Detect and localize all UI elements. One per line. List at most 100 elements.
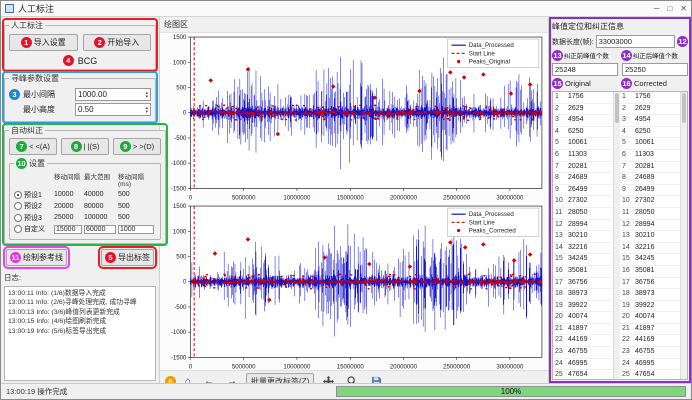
back-button[interactable]: ← — [200, 374, 218, 383]
original-peak-row[interactable]: 16 35081 — [553, 266, 613, 278]
row-index: 17 — [553, 278, 568, 289]
original-peak-row[interactable]: 22 44169 — [553, 335, 613, 347]
original-peak-row[interactable]: 14 32216 — [553, 243, 613, 255]
spinner-arrows-icon[interactable]: ▴▾ — [145, 91, 148, 99]
original-peak-row[interactable]: 3 4954 — [553, 115, 613, 127]
svg-text:0: 0 — [189, 195, 193, 202]
original-peak-row[interactable]: 25 47654 — [553, 370, 613, 379]
original-peak-row[interactable]: 11 28050 — [553, 208, 613, 220]
original-peak-row[interactable]: 18 38973 — [553, 289, 613, 301]
corrected-peak-row[interactable]: 3 4954 — [620, 115, 680, 127]
move-right-button[interactable]: 9 > >(D) — [113, 138, 161, 155]
pan-button[interactable] — [319, 374, 338, 383]
maximize-button[interactable]: □ — [667, 4, 672, 13]
export-labels-button[interactable]: 5 导出标签 — [101, 249, 154, 266]
window-title: 人工标注 — [18, 2, 54, 15]
minimize-button[interactable]: ─ — [654, 4, 660, 13]
svg-text:Peaks_Original: Peaks_Original — [469, 58, 510, 65]
preset-row[interactable]: 预设1 10000 40000 500 — [14, 190, 156, 200]
original-peak-row[interactable]: 7 20281 — [553, 162, 613, 174]
corrected-peak-row[interactable]: 7 20281 — [620, 162, 680, 174]
corrected-peak-row[interactable]: 10 27302 — [620, 196, 680, 208]
corrected-peak-value: 30210 — [635, 231, 680, 242]
log-line: 13:00:11 Info: (2/6)寻峰处理完成, 成功寻峰 — [8, 298, 152, 308]
corrected-peak-row[interactable]: 1 1756 — [620, 92, 680, 104]
original-peak-row[interactable]: 6 11303 — [553, 150, 613, 162]
corrected-peak-row[interactable]: 8 24689 — [620, 173, 680, 185]
zoom-button[interactable] — [343, 374, 362, 383]
preset-radio[interactable] — [14, 191, 22, 199]
close-button[interactable]: ✕ — [680, 4, 687, 13]
original-peak-row[interactable]: 21 41897 — [553, 324, 613, 336]
import-settings-button[interactable]: 1 导入设置 — [9, 34, 78, 51]
original-list-scrollbar[interactable] — [613, 92, 620, 379]
corrected-peak-row[interactable]: 5 10061 — [620, 138, 680, 150]
original-peak-value: 27302 — [568, 196, 613, 207]
svg-text:20000000: 20000000 — [390, 195, 418, 202]
original-peak-row[interactable]: 20 40074 — [553, 312, 613, 324]
original-peak-row[interactable]: 2 2629 — [553, 104, 613, 116]
corrected-peak-row[interactable]: 17 36756 — [620, 278, 680, 290]
original-peak-value: 20281 — [568, 162, 613, 173]
stop-button[interactable]: 8 | |(S) — [61, 138, 109, 155]
original-peak-row[interactable]: 10 27302 — [553, 196, 613, 208]
original-peak-row[interactable]: 13 30210 — [553, 231, 613, 243]
corrected-peak-row[interactable]: 23 46755 — [620, 347, 680, 359]
corrected-peak-row[interactable]: 21 41897 — [620, 324, 680, 336]
spinner-arrows-icon[interactable]: ▴▾ — [145, 106, 148, 114]
corrected-peak-row[interactable]: 22 44169 — [620, 335, 680, 347]
preset-row[interactable]: 预设2 20000 80000 500 — [14, 201, 156, 211]
preset-radio[interactable] — [14, 202, 22, 210]
min-height-label: 最小高度 — [23, 104, 55, 115]
corrected-peak-row[interactable]: 19 39922 — [620, 301, 680, 313]
original-peak-row[interactable]: 8 24689 — [553, 173, 613, 185]
signal-plot-corrected[interactable]: -1500-1000-50005001000150005000000100000… — [160, 202, 548, 371]
original-peak-row[interactable]: 17 36756 — [553, 278, 613, 290]
corrected-peak-row[interactable]: 24 46995 — [620, 359, 680, 371]
batch-change-labels-button[interactable]: 批量更改标签(Z) — [246, 373, 314, 383]
corrected-peak-row[interactable]: 25 47654 — [620, 370, 680, 379]
preset-row[interactable]: 预设3 25000 100000 500 — [14, 213, 156, 223]
min-height-spinbox[interactable]: 0.50 ▴▾ — [75, 103, 151, 116]
corrected-peak-row[interactable]: 20 40074 — [620, 312, 680, 324]
original-peak-row[interactable]: 5 10061 — [553, 138, 613, 150]
row-index: 19 — [620, 301, 635, 312]
original-peak-row[interactable]: 19 39922 — [553, 301, 613, 313]
original-peak-row[interactable]: 1 1756 — [553, 92, 613, 104]
preset-row[interactable]: 自定义 15000 60000 1000 — [14, 224, 156, 234]
save-button[interactable] — [367, 374, 386, 383]
corrected-peak-row[interactable]: 11 28050 — [620, 208, 680, 220]
original-peak-row[interactable]: 24 46995 — [553, 359, 613, 371]
preset-radio[interactable] — [14, 225, 22, 233]
original-peak-row[interactable]: 9 26499 — [553, 185, 613, 197]
corrected-peak-row[interactable]: 2 2629 — [620, 104, 680, 116]
original-peak-row[interactable]: 23 46755 — [553, 347, 613, 359]
corrected-peak-row[interactable]: 18 38973 — [620, 289, 680, 301]
original-peak-row[interactable]: 12 28994 — [553, 220, 613, 232]
corrected-peak-row[interactable]: 12 28994 — [620, 220, 680, 232]
corrected-peak-row[interactable]: 9 26499 — [620, 185, 680, 197]
corrected-list-scrollbar[interactable] — [680, 92, 687, 379]
corrected-peak-row[interactable]: 13 30210 — [620, 231, 680, 243]
corrected-peak-value: 24689 — [635, 173, 680, 184]
original-peak-value: 46755 — [568, 347, 613, 358]
corrected-peak-row[interactable]: 6 11303 — [620, 150, 680, 162]
original-peak-row[interactable]: 4 6250 — [553, 127, 613, 139]
row-index: 1 — [553, 92, 568, 103]
preset-label: 自定义 — [24, 224, 45, 234]
scrollbar-thumb[interactable] — [615, 93, 619, 123]
scrollbar-thumb[interactable] — [682, 93, 686, 123]
move-left-button[interactable]: 7 < <(A) — [9, 138, 57, 155]
corrected-peak-row[interactable]: 16 35081 — [620, 266, 680, 278]
min-interval-spinbox[interactable]: 1000.00 ▴▾ — [75, 88, 151, 101]
corrected-peak-row[interactable]: 14 32216 — [620, 243, 680, 255]
corrected-peak-row[interactable]: 15 34245 — [620, 254, 680, 266]
original-peak-row[interactable]: 15 34245 — [553, 254, 613, 266]
home-button[interactable]: ⌂ — [181, 374, 195, 383]
start-import-button[interactable]: 2 开始导入 — [83, 34, 152, 51]
signal-plot-original[interactable]: -1500-1000-50005001000150005000000100000… — [160, 33, 548, 202]
corrected-peak-row[interactable]: 4 6250 — [620, 127, 680, 139]
preset-radio[interactable] — [14, 214, 22, 222]
forward-button[interactable]: → — [223, 374, 241, 383]
draw-reference-line-button[interactable]: 11 绘制参考线 — [6, 249, 67, 266]
